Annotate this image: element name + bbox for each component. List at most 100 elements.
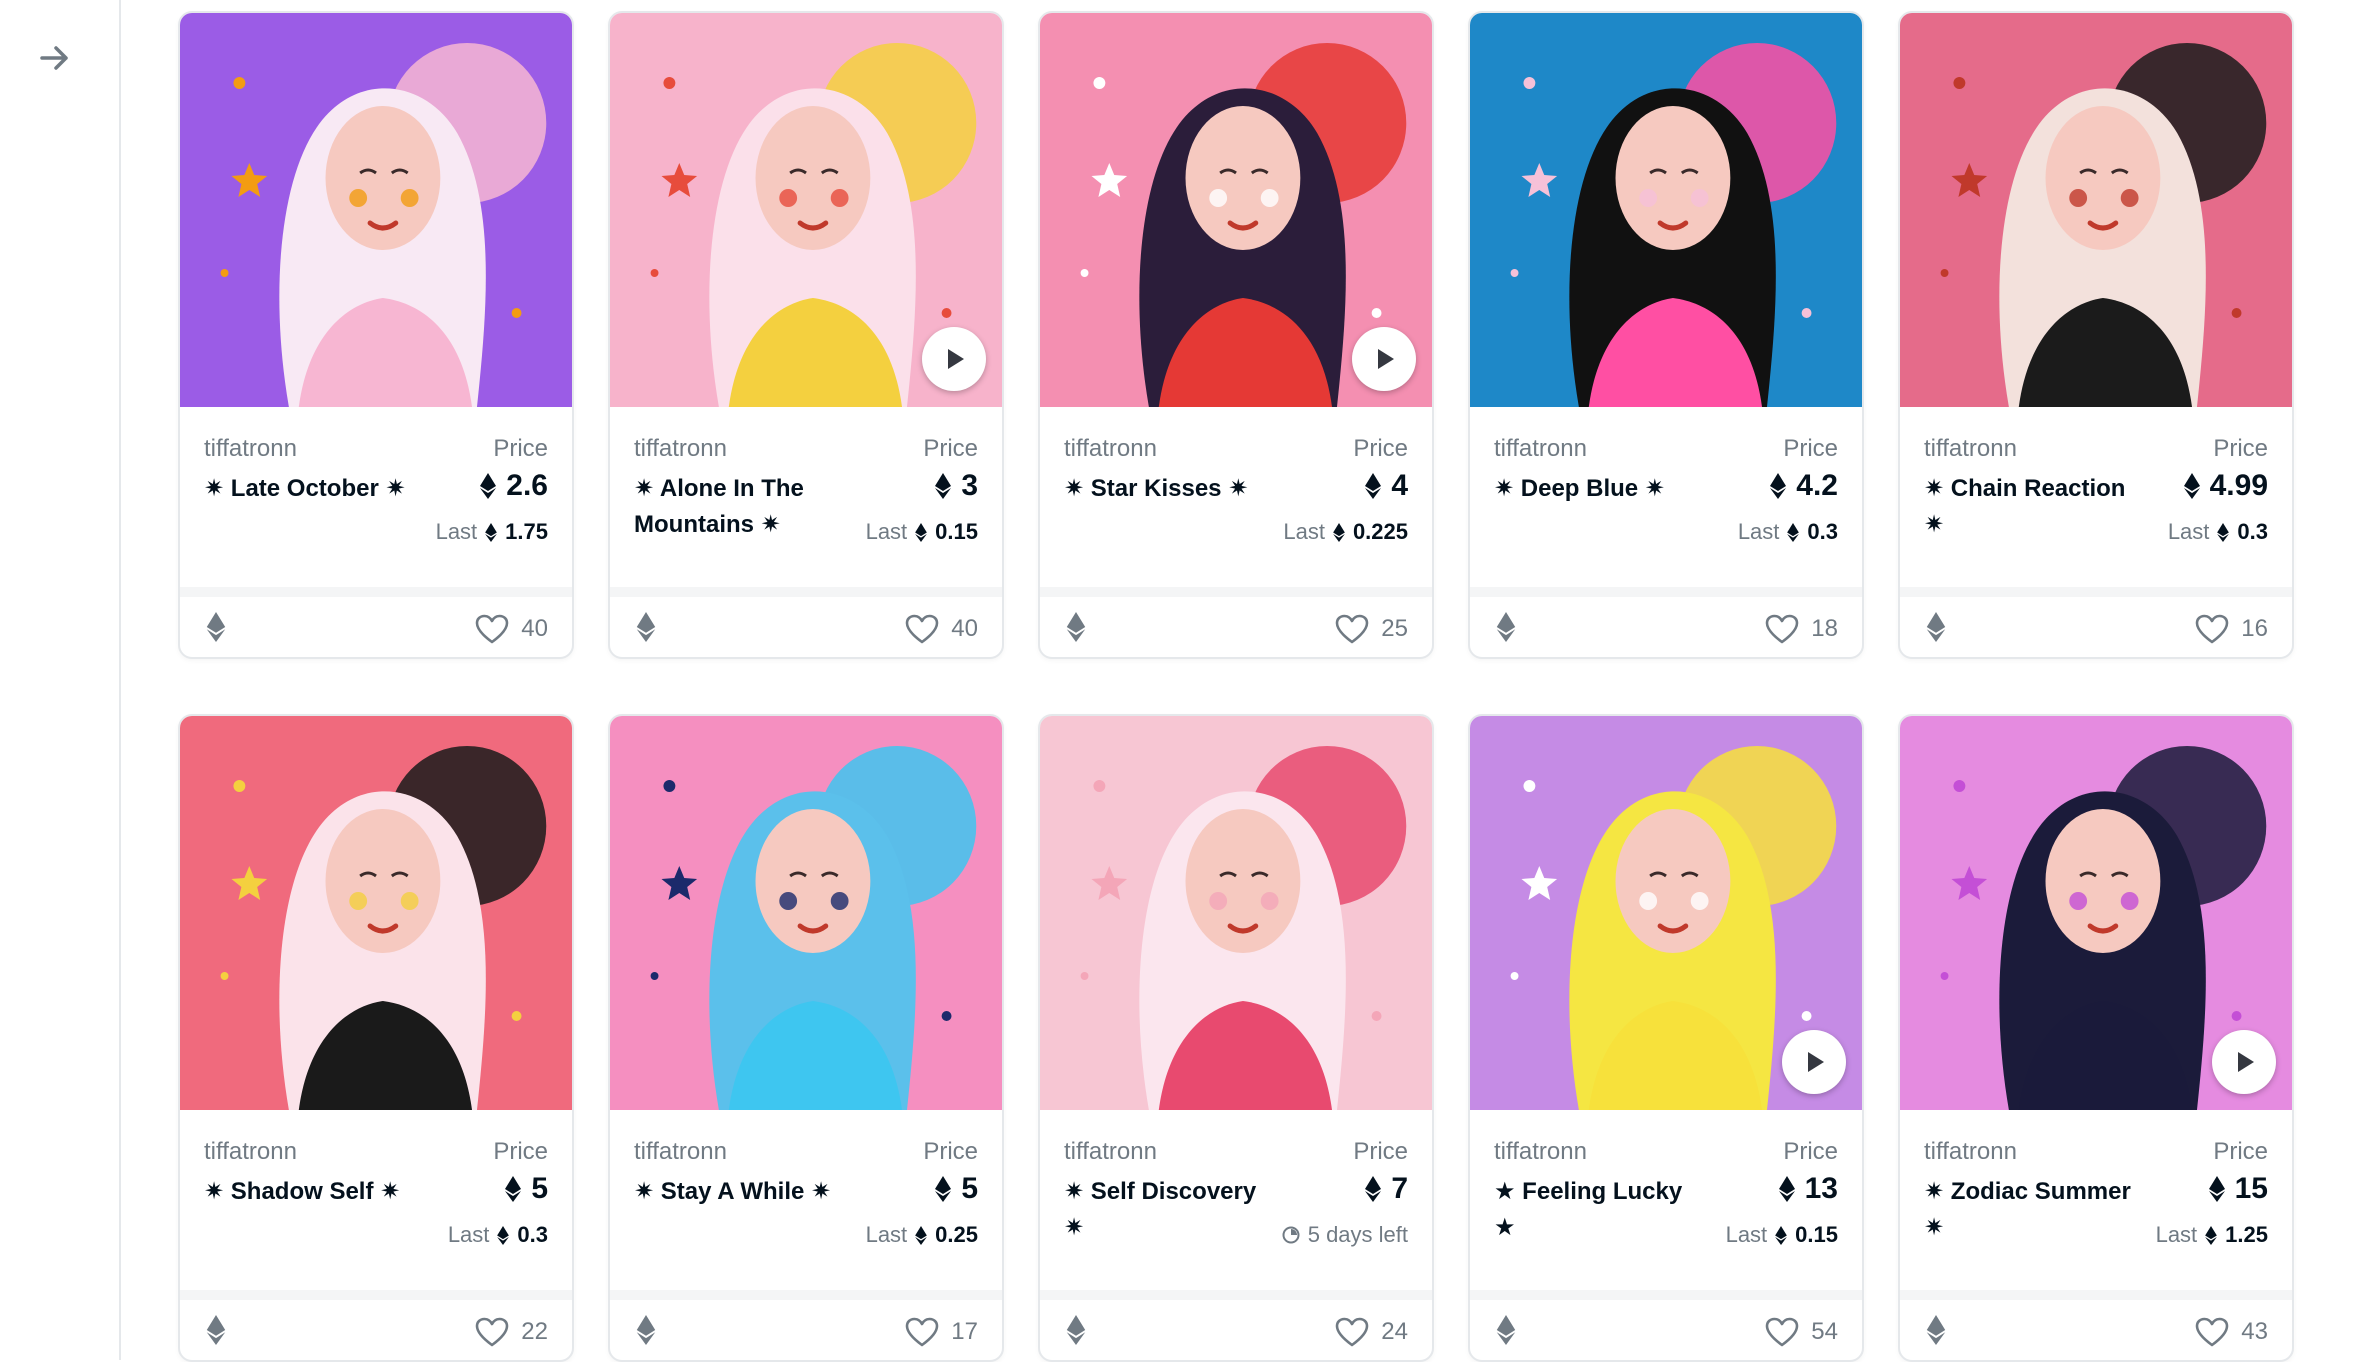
heart-icon (2195, 1317, 2229, 1347)
play-video-button[interactable] (1782, 1030, 1846, 1094)
collection-name[interactable]: tiffatronn (1064, 1138, 1157, 1166)
asset-card[interactable]: tiffatronn ✷ Deep Blue ✷ Price 4.2 Last … (1468, 11, 1864, 659)
asset-title[interactable]: ✷ Self Discovery ✷ (1064, 1174, 1274, 1246)
asset-artwork[interactable] (180, 716, 572, 1110)
asset-title[interactable]: ✷ Shadow Self ✷ (204, 1174, 414, 1210)
favorite-button[interactable]: 22 (475, 1317, 548, 1347)
collection-name[interactable]: tiffatronn (1924, 1138, 2017, 1166)
asset-card[interactable]: tiffatronn ✷ Chain Reaction ✷ Price 4.99… (1898, 11, 2294, 659)
last-value: 0.225 (1352, 519, 1408, 544)
eth-icon (1770, 473, 1787, 499)
current-price: 15 (2208, 1172, 2268, 1206)
asset-artwork[interactable] (610, 716, 1002, 1110)
asset-artwork[interactable] (1040, 716, 1432, 1110)
asset-title[interactable]: ✷ Alone In The Mountains ✷ (634, 471, 844, 543)
last-value: 5 days left (1307, 1222, 1408, 1247)
card-footer: 17 (610, 1300, 1002, 1360)
current-price: 7 (1365, 1172, 1408, 1206)
current-price: 5 (505, 1172, 548, 1206)
price-value: 2.6 (506, 469, 548, 502)
last-sale: Last 1.25 (2156, 1222, 2268, 1248)
eth-icon (2183, 473, 2200, 499)
asset-card[interactable]: tiffatronn ✷ Self Discovery ✷ Price 7 5 … (1038, 714, 1434, 1362)
asset-card[interactable]: tiffatronn ✷ Star Kisses ✷ Price 4 Last … (1038, 11, 1434, 659)
price-label: Price (2213, 1138, 2268, 1165)
favorite-button[interactable]: 18 (1765, 614, 1838, 644)
current-price: 2.6 (480, 469, 548, 503)
play-video-button[interactable] (1352, 327, 1416, 391)
asset-card[interactable]: tiffatronn ✷ Shadow Self ✷ Price 5 Last … (178, 714, 574, 1362)
ethereum-chain-icon (1496, 611, 1516, 647)
last-value: 0.15 (935, 519, 978, 544)
card-divider (1900, 587, 2292, 597)
asset-card[interactable]: tiffatronn ✷ Zodiac Summer ✷ Price 15 La… (1898, 714, 2294, 1362)
asset-artwork[interactable] (1470, 716, 1862, 1110)
card-divider (1040, 1290, 1432, 1300)
collection-name[interactable]: tiffatronn (1924, 435, 2017, 463)
asset-card[interactable]: tiffatronn ✷ Stay A While ✷ Price 5 Last… (608, 714, 1004, 1362)
last-value: 0.3 (2237, 519, 2268, 544)
ethereum-chain-icon (1926, 1314, 1946, 1350)
collection-name[interactable]: tiffatronn (1494, 435, 1587, 463)
collection-name[interactable]: tiffatronn (1064, 435, 1157, 463)
asset-artwork[interactable] (1900, 716, 2292, 1110)
asset-card[interactable]: tiffatronn ★ Feeling Lucky ★ Price 13 La… (1468, 714, 1864, 1362)
asset-card[interactable]: tiffatronn ✷ Alone In The Mountains ✷ Pr… (608, 11, 1004, 659)
favorite-button[interactable]: 40 (475, 614, 548, 644)
asset-artwork[interactable] (180, 13, 572, 407)
favorite-count: 25 (1381, 615, 1408, 642)
asset-grid: tiffatronn ✷ Late October ✷ Price 2.6 La… (178, 11, 2294, 1362)
favorite-button[interactable]: 16 (2195, 614, 2268, 644)
collection-name[interactable]: tiffatronn (204, 1138, 297, 1166)
favorite-button[interactable]: 40 (905, 614, 978, 644)
eth-icon (480, 473, 497, 499)
asset-artwork[interactable] (1470, 13, 1862, 407)
collection-name[interactable]: tiffatronn (634, 435, 727, 463)
card-footer: 40 (180, 597, 572, 657)
favorite-button[interactable]: 25 (1335, 614, 1408, 644)
card-footer: 16 (1900, 597, 2292, 657)
heart-icon (2195, 614, 2229, 644)
collection-name[interactable]: tiffatronn (204, 435, 297, 463)
favorite-button[interactable]: 24 (1335, 1317, 1408, 1347)
card-divider (1470, 587, 1862, 597)
play-icon (1808, 1052, 1824, 1072)
price-label: Price (923, 435, 978, 462)
sidebar-expand-button[interactable] (30, 36, 80, 80)
asset-title[interactable]: ✷ Chain Reaction ✷ (1924, 471, 2134, 543)
asset-artwork[interactable] (610, 13, 1002, 407)
card-footer: 40 (610, 597, 1002, 657)
collection-name[interactable]: tiffatronn (1494, 1138, 1587, 1166)
play-video-button[interactable] (2212, 1030, 2276, 1094)
favorite-count: 43 (2241, 1318, 2268, 1345)
asset-title[interactable]: ✷ Star Kisses ✷ (1064, 471, 1274, 507)
eth-icon (2208, 1176, 2225, 1202)
favorite-button[interactable]: 54 (1765, 1317, 1838, 1347)
card-footer: 25 (1040, 597, 1432, 657)
last-value: 0.25 (935, 1222, 978, 1247)
ethereum-chain-icon (1066, 611, 1086, 647)
asset-title[interactable]: ✷ Deep Blue ✷ (1494, 471, 1704, 507)
artwork-image (610, 716, 1002, 1110)
asset-artwork[interactable] (1900, 13, 2292, 407)
asset-title[interactable]: ✷ Late October ✷ (204, 471, 414, 507)
asset-title[interactable]: ✷ Stay A While ✷ (634, 1174, 844, 1210)
last-label: Last (447, 1222, 490, 1247)
favorite-count: 18 (1811, 615, 1838, 642)
play-icon (2238, 1052, 2254, 1072)
favorite-button[interactable]: 43 (2195, 1317, 2268, 1347)
play-video-button[interactable] (922, 327, 986, 391)
ethereum-chain-icon (1066, 1314, 1086, 1350)
eth-icon (2217, 522, 2230, 542)
asset-title[interactable]: ★ Feeling Lucky ★ (1494, 1174, 1704, 1246)
eth-icon (1365, 1176, 1382, 1202)
eth-icon (915, 1225, 928, 1245)
favorite-button[interactable]: 17 (905, 1317, 978, 1347)
asset-card[interactable]: tiffatronn ✷ Late October ✷ Price 2.6 La… (178, 11, 574, 659)
clock-icon (1282, 1226, 1300, 1244)
asset-artwork[interactable] (1040, 13, 1432, 407)
collection-name[interactable]: tiffatronn (634, 1138, 727, 1166)
last-sale: Last 0.3 (2168, 519, 2268, 545)
eth-icon (935, 473, 952, 499)
asset-title[interactable]: ✷ Zodiac Summer ✷ (1924, 1174, 2134, 1246)
